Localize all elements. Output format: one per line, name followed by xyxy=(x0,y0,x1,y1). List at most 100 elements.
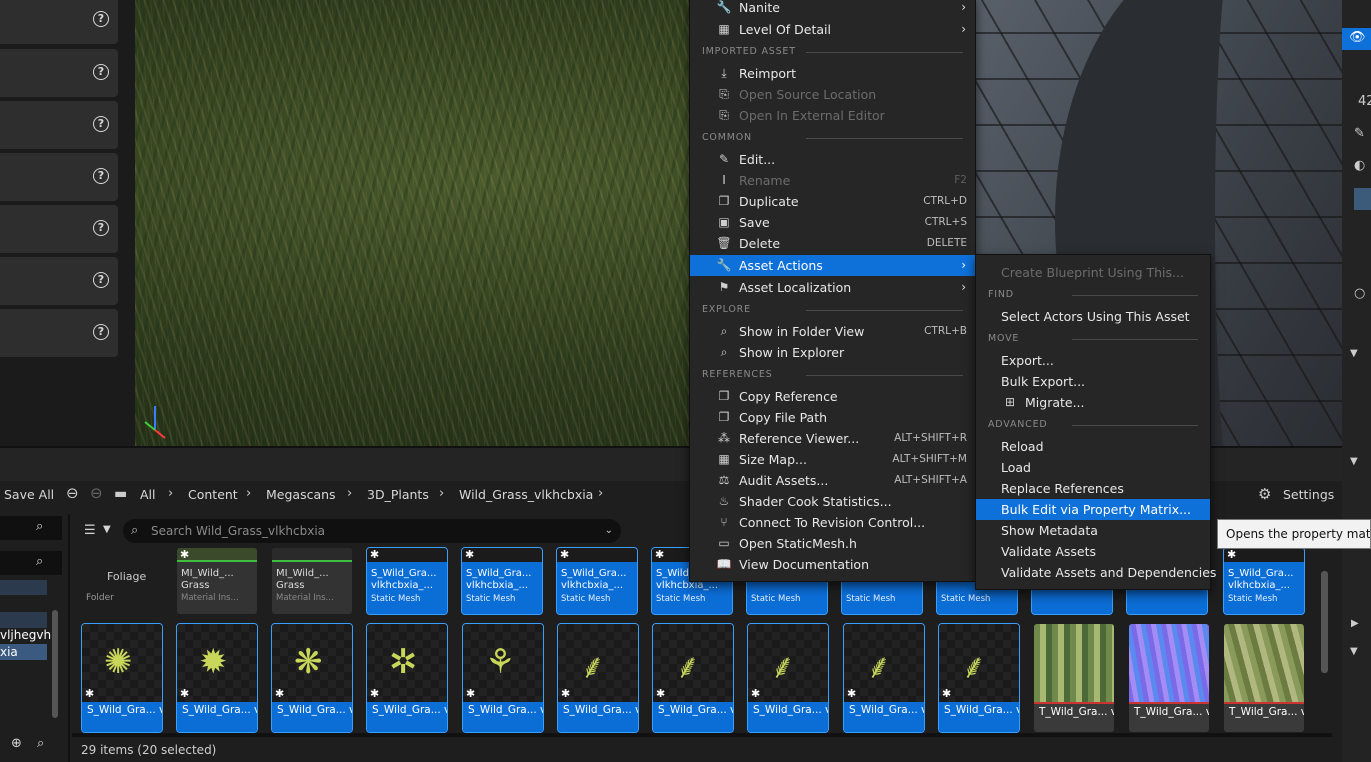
texture-tile[interactable]: T_Wild_Gra... vlkhcbxia_2... xyxy=(1034,624,1114,732)
search-icon[interactable]: ⌕ xyxy=(37,736,44,751)
chevron-down-icon[interactable]: ▼ xyxy=(1350,348,1358,359)
breadcrumb-wild-grass[interactable]: Wild_Grass_vlkhcbxia xyxy=(459,487,593,502)
settings-button[interactable]: Settings xyxy=(1283,487,1334,502)
details-row[interactable]: ? xyxy=(0,257,118,305)
menu-item-show-explorer[interactable]: ⌕ Show in Explorer xyxy=(690,342,975,363)
chevron-down-icon[interactable]: ▼ xyxy=(1350,456,1358,467)
help-icon[interactable]: ? xyxy=(93,11,109,27)
menu-item-migrate[interactable]: ⊞ Migrate... xyxy=(976,392,1210,413)
help-icon[interactable]: ? xyxy=(93,324,109,340)
chevron-right-icon[interactable]: ▶ xyxy=(1351,618,1359,629)
menu-item-create-blueprint[interactable]: Create Blueprint Using This... xyxy=(976,262,1210,283)
asset-tile[interactable]: ✹ ✱ S_Wild_Gra... vlkhcbxia_V... xyxy=(176,623,258,733)
asset-tile[interactable]: ⸙ ✱ S_Wild_Gra... vlkhcbxia_V... xyxy=(843,623,925,733)
visibility-toggle[interactable]: 👁 xyxy=(1342,28,1371,50)
tree-item[interactable] xyxy=(0,612,47,628)
menu-item-validate-dependencies[interactable]: Validate Assets and Dependencies xyxy=(976,562,1216,583)
sphere-icon[interactable]: ◐ xyxy=(1354,158,1365,173)
tree-item-label[interactable]: vljhegvh xyxy=(0,628,51,642)
details-row[interactable]: ? xyxy=(0,49,118,97)
help-icon[interactable]: ? xyxy=(93,64,109,80)
menu-item-open-source[interactable]: ⎘ Open Source Location xyxy=(690,84,975,105)
search-input[interactable]: ⌕ Search Wild_Grass_vlkhcbxia ⌄ xyxy=(123,519,621,543)
menu-item-load[interactable]: Load xyxy=(976,457,1210,478)
tree-scrollbar[interactable] xyxy=(52,610,58,718)
menu-item-documentation[interactable]: 📖 View Documentation xyxy=(690,554,975,575)
breadcrumb-all[interactable]: All xyxy=(140,487,156,502)
breadcrumb-megascans[interactable]: Megascans xyxy=(266,487,336,502)
menu-item-rename[interactable]: Ⅰ Rename F2 xyxy=(690,170,975,191)
content-scrollbar[interactable] xyxy=(1321,571,1328,673)
menu-item-replace-references[interactable]: Replace References xyxy=(976,478,1210,499)
details-row[interactable]: ? xyxy=(0,0,118,44)
save-all-button[interactable]: Save All xyxy=(4,487,54,502)
details-row[interactable]: ? xyxy=(0,205,118,253)
asset-tile[interactable]: ✱ S_Wild_Gra... vlkhcbxia_... Static Mesh xyxy=(461,547,543,615)
forward-icon[interactable]: ⊖ xyxy=(90,484,103,502)
menu-item-duplicate[interactable]: ❐ Duplicate CTRL+D xyxy=(690,191,975,212)
brush-icon[interactable]: ✎ xyxy=(1354,126,1365,141)
menu-item-open-header[interactable]: ▭ Open StaticMesh.h xyxy=(690,533,975,554)
menu-item-reload[interactable]: Reload xyxy=(976,436,1210,457)
texture-tile[interactable]: T_Wild_Gra... vlkhcbxia_2... xyxy=(1129,624,1209,732)
help-icon[interactable]: ? xyxy=(93,272,109,288)
help-icon[interactable]: ? xyxy=(93,116,109,132)
gear-icon[interactable]: ⚙ xyxy=(1258,485,1271,503)
help-icon[interactable]: ? xyxy=(93,220,109,236)
menu-item-save[interactable]: ▣ Save CTRL+S xyxy=(690,212,975,233)
menu-item-delete[interactable]: 🗑 Delete DELETE xyxy=(690,233,975,254)
menu-item-show-folder[interactable]: ⌕ Show in Folder View CTRL+B xyxy=(690,321,975,342)
menu-item-validate-assets[interactable]: Validate Assets xyxy=(976,541,1210,562)
asset-tile[interactable]: ⸙ ✱ S_Wild_Gra... vlkhcbxia_V... xyxy=(938,623,1020,733)
asset-tile[interactable]: ✲ ✱ S_Wild_Gra... vlkhcbxia_V... xyxy=(366,623,448,733)
menu-item-bulk-export[interactable]: Bulk Export... xyxy=(976,371,1210,392)
help-icon[interactable]: ? xyxy=(93,168,109,184)
chevron-down-icon[interactable]: ⌄ xyxy=(605,519,613,543)
details-row[interactable]: ? xyxy=(0,153,118,201)
menu-item-shader-cook[interactable]: ♨ Shader Cook Statistics... xyxy=(690,491,975,512)
menu-item-show-metadata[interactable]: Show Metadata xyxy=(976,520,1210,541)
menu-item-open-external[interactable]: ⎘ Open In External Editor xyxy=(690,105,975,126)
details-row[interactable]: ? xyxy=(0,309,118,357)
menu-item-asset-actions[interactable]: 🔧 Asset Actions › xyxy=(690,255,975,276)
texture-tile[interactable]: T_Wild_Gra... vlkhcbxia_... xyxy=(1224,624,1304,732)
asset-tile[interactable]: ✱ S_Wild_Gra... vlkhcbxia_... Static Mesh xyxy=(366,547,448,615)
tree-search-input[interactable]: ⌕ xyxy=(0,516,62,540)
asset-tile-folder[interactable]: Foliage Folder xyxy=(82,548,162,608)
menu-item-copy-file-path[interactable]: ❐ Copy File Path xyxy=(690,407,975,428)
menu-item-select-actors[interactable]: Select Actors Using This Asset xyxy=(976,306,1210,327)
back-icon[interactable]: ⊖ xyxy=(66,484,79,502)
asset-tile[interactable]: ⚘ ✱ S_Wild_Gra... vlkhcbxia_V... xyxy=(462,623,544,733)
menu-item-edit[interactable]: ✎ Edit... xyxy=(690,149,975,170)
menu-item-revision-control[interactable]: ⑂ Connect To Revision Control... xyxy=(690,512,975,533)
menu-item-nanite[interactable]: 🔧 Nanite › xyxy=(690,0,975,18)
menu-item-lod[interactable]: ▦ Level Of Detail › xyxy=(690,19,975,40)
menu-item-audit-assets[interactable]: ⚖ Audit Assets... ALT+SHIFT+A xyxy=(690,470,975,491)
collections-search-input[interactable]: ⌕ xyxy=(0,551,62,575)
asset-tile[interactable]: ⸙ ✱ S_Wild_Gra... vlkhcbxia_V... xyxy=(557,623,639,733)
tree-item[interactable] xyxy=(0,580,47,595)
menu-item-export[interactable]: Export... xyxy=(976,350,1210,371)
menu-item-copy-reference[interactable]: ❐ Copy Reference xyxy=(690,386,975,407)
chevron-down-icon[interactable]: ▼ xyxy=(1350,646,1358,657)
asset-tile[interactable]: ✱ MI_Wild_... Grass Material Ins... xyxy=(177,548,257,614)
asset-tile[interactable]: ⸙ ✱ S_Wild_Gra... vlkhcbxia_V... xyxy=(652,623,734,733)
search-icon[interactable]: ○ xyxy=(1354,286,1365,301)
add-icon[interactable]: ⊕ xyxy=(11,736,22,751)
breadcrumb-content[interactable]: Content xyxy=(188,487,238,502)
asset-tile[interactable]: ❋ ✱ S_Wild_Gra... vlkhcbxia_V... xyxy=(271,623,353,733)
asset-tile[interactable]: ⸙ ✱ S_Wild_Gra... vlkhcbxia_V... xyxy=(747,623,829,733)
breadcrumb-3d-plants[interactable]: 3D_Plants xyxy=(367,487,429,502)
chevron-down-icon[interactable]: ▼ xyxy=(103,524,111,535)
menu-item-reference-viewer[interactable]: ⁂ Reference Viewer... ALT+SHIFT+R xyxy=(690,428,975,449)
menu-item-asset-localization[interactable]: ⚑ Asset Localization › xyxy=(690,277,975,298)
menu-item-reimport[interactable]: ⤓ Reimport xyxy=(690,63,975,84)
asset-tile[interactable]: ✺ ✱ S_Wild_Gra... vlkhcbxia_V... xyxy=(81,623,163,733)
menu-item-bulk-edit-property-matrix[interactable]: Bulk Edit via Property Matrix... xyxy=(976,499,1210,520)
selected-mode[interactable] xyxy=(1354,188,1371,210)
asset-tile[interactable]: ✱ S_Wild_Gra... vlkhcbxia_... Static Mesh xyxy=(1223,547,1305,615)
asset-tile[interactable]: ✱ S_Wild_Gra... vlkhcbxia_... Static Mesh xyxy=(556,547,638,615)
menu-item-size-map[interactable]: ▦ Size Map... ALT+SHIFT+M xyxy=(690,449,975,470)
tree-item-selected[interactable]: xia xyxy=(0,644,47,660)
asset-tile[interactable]: MI_Wild_... Grass Material Ins... xyxy=(272,548,352,614)
